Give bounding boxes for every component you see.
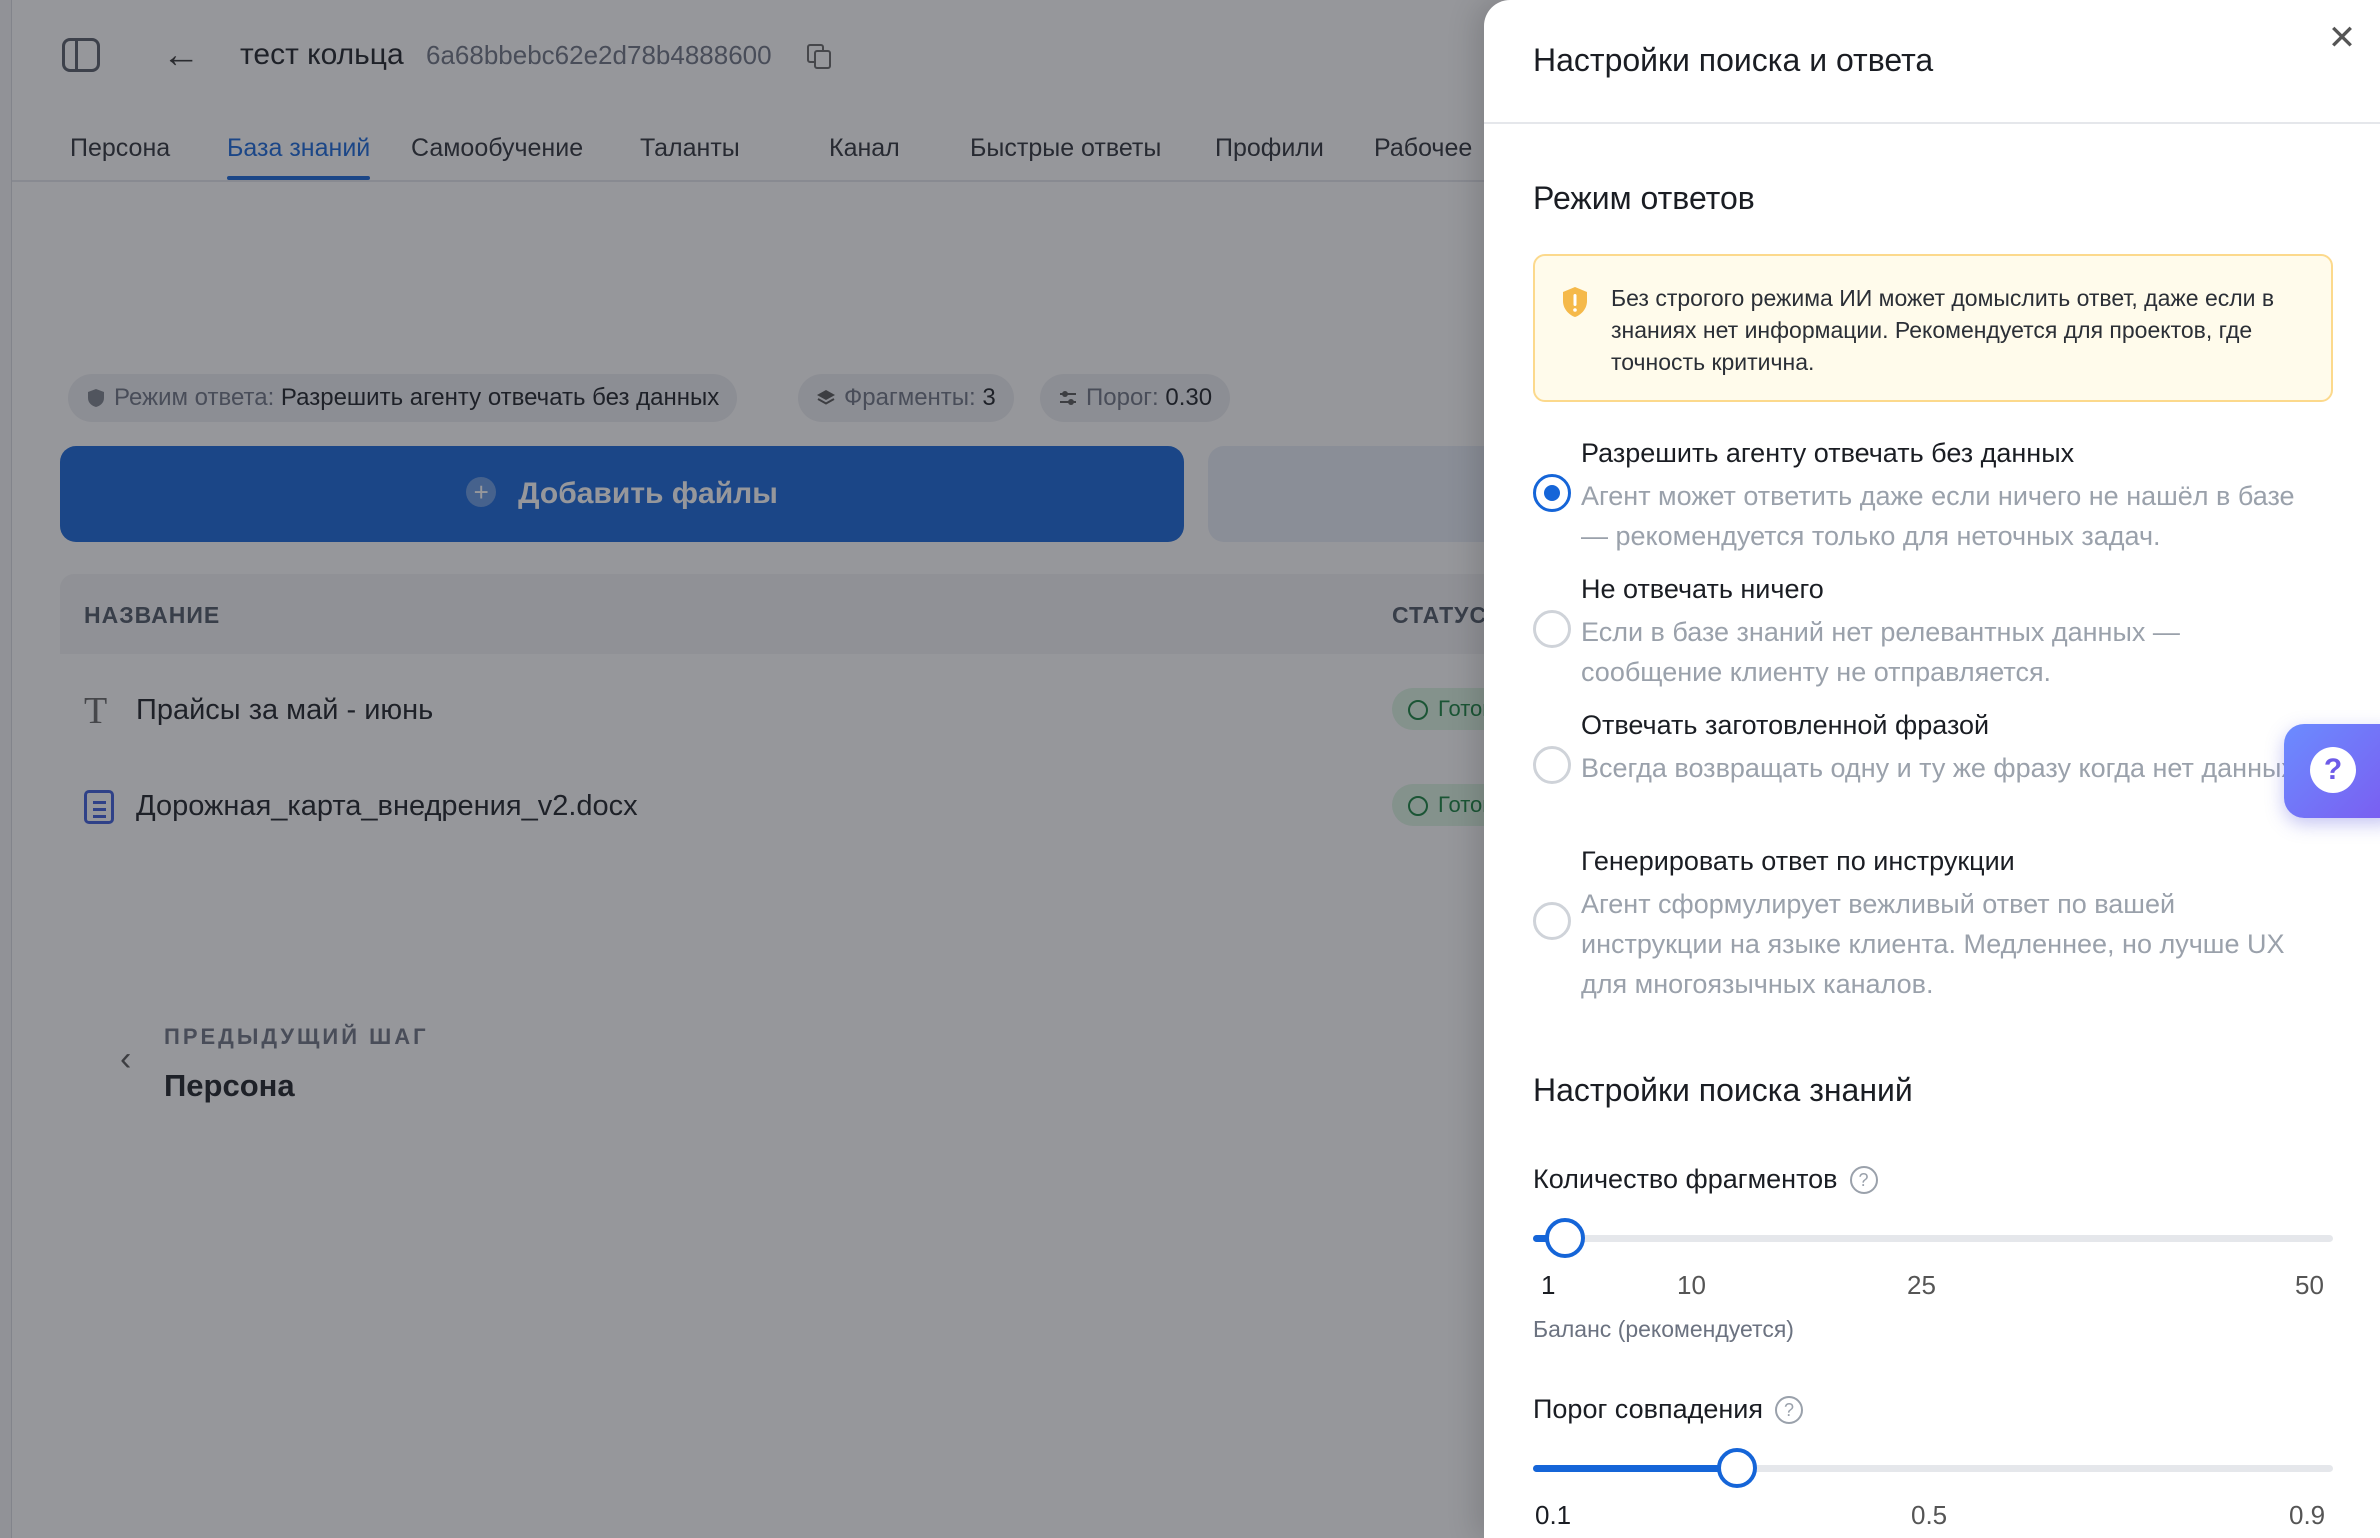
warning-text: Без строгого режима ИИ может домыслить о… — [1611, 285, 2275, 375]
threshold-tick: 0.9 — [2289, 1500, 2326, 1530]
answer-mode-heading: Режим ответов — [1533, 180, 1755, 216]
threshold-label: Порог совпадения? — [1533, 1394, 1803, 1425]
fragments-tick: 25 — [1907, 1270, 1936, 1300]
threshold-label-text: Порог совпадения — [1533, 1394, 1763, 1424]
help-button[interactable]: ? — [2284, 724, 2380, 818]
option-title: Не отвечать ничего — [1581, 574, 1824, 604]
drawer-title: Настройки поиска и ответа — [1533, 42, 1934, 78]
settings-drawer: Настройки поиска и ответа ✕ Режим ответо… — [1484, 0, 2380, 1538]
slider-track[interactable] — [1533, 1235, 2333, 1242]
fragments-tick: 1 — [1541, 1270, 1556, 1300]
threshold-slider[interactable] — [1533, 1448, 2333, 1488]
threshold-tick: 0.1 — [1535, 1500, 1572, 1530]
fragments-tick: 10 — [1677, 1270, 1706, 1300]
option-title: Генерировать ответ по инструкции — [1581, 846, 2015, 876]
drawer-header: Настройки поиска и ответа ✕ — [1484, 0, 2380, 124]
close-icon[interactable]: ✕ — [2322, 18, 2362, 58]
option-title: Разрешить агенту отвечать без данных — [1581, 438, 2075, 468]
radio-button[interactable] — [1533, 746, 1571, 784]
search-settings-heading: Настройки поиска знаний — [1533, 1072, 1913, 1108]
slider-fill — [1533, 1465, 1737, 1472]
option-title: Отвечать заготовленной фразой — [1581, 710, 1990, 740]
fragments-label-text: Количество фрагментов — [1533, 1164, 1838, 1194]
help-icon[interactable]: ? — [1849, 1166, 1878, 1194]
question-icon: ? — [2310, 747, 2356, 793]
fragments-hint: Баланс (рекомендуется) — [1533, 1316, 1794, 1342]
fragments-label: Количество фрагментов? — [1533, 1164, 1878, 1195]
fragments-tick: 50 — [2295, 1270, 2324, 1300]
option-description: Если в базе знаний нет релевантных данны… — [1581, 617, 2180, 687]
threshold-tick: 0.5 — [1911, 1500, 1948, 1530]
radio-button[interactable] — [1533, 610, 1571, 648]
radio-button[interactable] — [1533, 902, 1571, 940]
slider-thumb[interactable] — [1545, 1218, 1585, 1258]
slider-thumb[interactable] — [1717, 1448, 1757, 1488]
warning-banner: Без строгого режима ИИ может домыслить о… — [1533, 254, 2333, 402]
help-icon[interactable]: ? — [1775, 1396, 1803, 1424]
option-description: Всегда возвращать одну и ту же фразу ког… — [1581, 753, 2303, 783]
shield-warning-icon — [1563, 287, 1587, 317]
fragments-slider[interactable] — [1533, 1218, 2333, 1258]
radio-button[interactable] — [1533, 474, 1571, 512]
option-description: Агент сформулирует вежливый ответ по ваш… — [1581, 889, 2285, 999]
option-description: Агент может ответить даже если ничего не… — [1581, 481, 2295, 551]
